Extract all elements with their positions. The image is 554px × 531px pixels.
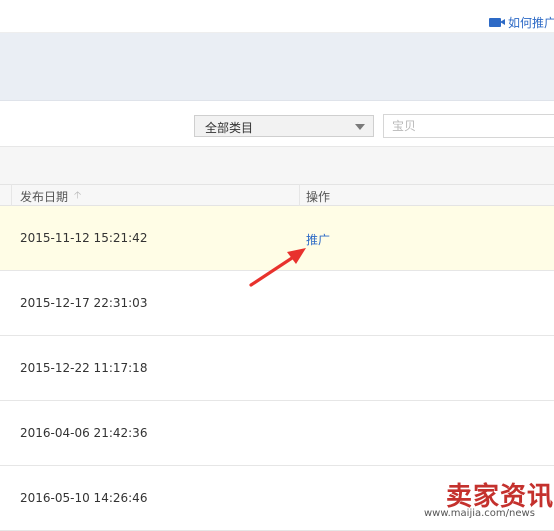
- column-header-operation: 操作: [306, 190, 331, 204]
- how-to-promote-label: 如何推广: [508, 15, 554, 30]
- publish-date-cell: 2015-11-12 15:21:42: [20, 231, 148, 245]
- watermark-url: www.maijia.com/news: [424, 508, 535, 519]
- category-select[interactable]: 全部类目: [194, 115, 374, 137]
- caret-down-icon: [355, 124, 365, 130]
- annotation-arrow: [249, 248, 306, 287]
- toolbar-spacer: [0, 146, 554, 185]
- publish-date-cell: 2016-04-06 21:42:36: [20, 426, 148, 440]
- promote-action-link[interactable]: 推广: [306, 231, 330, 248]
- sort-up-arrow-icon[interactable]: 🡡: [74, 188, 81, 205]
- filter-toolbar: 全部类目: [0, 100, 554, 147]
- table-row: 2016-04-06 21:42:36: [0, 401, 554, 466]
- video-icon: [489, 17, 505, 27]
- publish-date-cell: 2015-12-22 11:17:18: [20, 361, 148, 375]
- how-to-promote-link[interactable]: 如何推广: [489, 14, 554, 30]
- publish-date-cell: 2015-12-17 22:31:03: [20, 296, 148, 310]
- column-header-publish-date[interactable]: 发布日期 🡡: [20, 188, 81, 205]
- table-header: 发布日期 🡡 操作: [0, 184, 554, 206]
- top-bar: 如何推广: [0, 0, 554, 33]
- watermark: 卖家资讯 www.maijia.com/news: [420, 476, 554, 525]
- item-search-input[interactable]: [383, 114, 554, 138]
- column-header-publish-date-label: 发布日期: [20, 190, 69, 204]
- banner-area: [0, 33, 554, 100]
- category-select-value: 全部类目: [205, 121, 254, 135]
- table-row: 2015-12-22 11:17:18: [0, 336, 554, 401]
- publish-date-cell: 2016-05-10 14:26:46: [20, 491, 148, 505]
